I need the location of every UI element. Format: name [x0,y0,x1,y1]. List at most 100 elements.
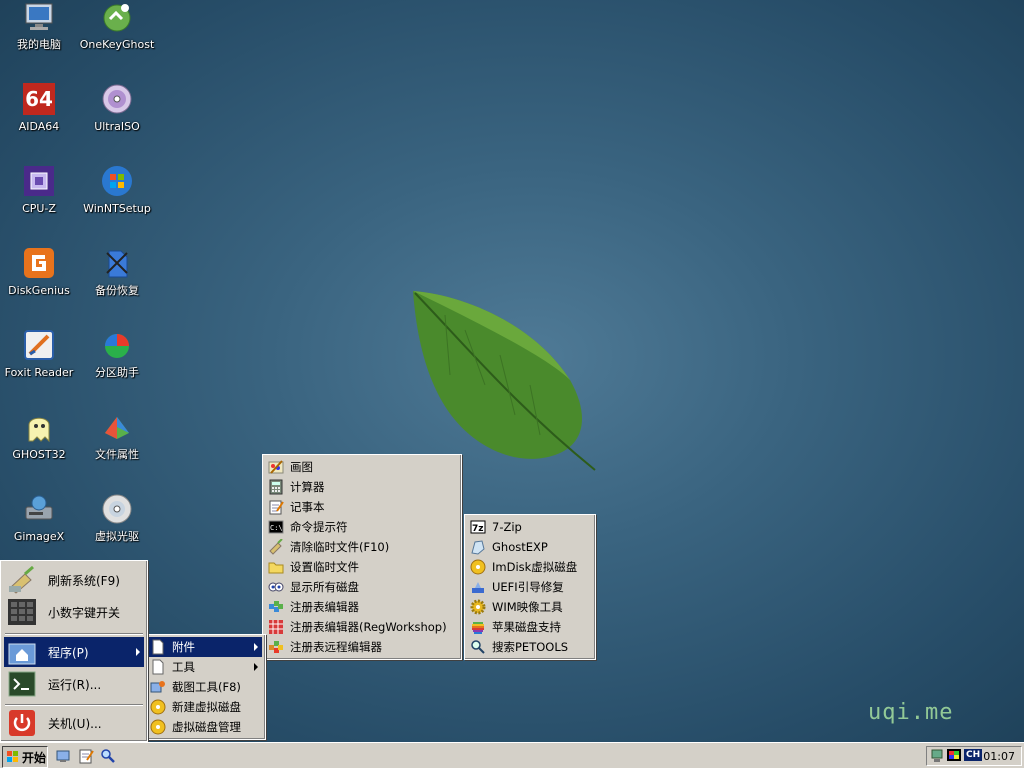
desktop-icon-label: GimageX [13,530,65,543]
desktop-icon-label: 虚拟光驱 [95,530,139,543]
desktop-icon-partition-assistant[interactable]: 分区助手 [78,328,156,406]
tray-language-indicator[interactable]: CH [964,749,983,761]
svg-text:C:\: C:\ [270,524,283,532]
menu-item-wim-image-tool[interactable]: WIM映像工具 [468,597,592,617]
desktop-icon-cpuz[interactable]: CPU-Z [0,164,78,242]
home-folder-icon [6,638,38,666]
menu-item-new-virtual-disk[interactable]: 新建虚拟磁盘 [148,697,262,717]
terminal-icon: C:\ [268,519,284,535]
disk-icon [150,719,166,735]
ghost-icon [22,410,56,444]
desktop-icon-label: AIDA64 [18,120,60,133]
menu-item-notepad[interactable]: 记事本 [266,497,458,517]
desktop-icon-gimagex[interactable]: GimageX [0,492,78,570]
desktop-icon-label: Foxit Reader [4,366,74,379]
menu-separator [5,633,143,635]
aida64-icon: 64 [22,82,56,116]
menu-item-imdisk[interactable]: ImDisk虚拟磁盘 [468,557,592,577]
registry-icon [268,599,284,615]
start-button[interactable]: 开始 [2,746,48,768]
windows-flag-icon [6,750,20,764]
quicklaunch-search-icon[interactable] [99,747,117,765]
start-item-numlock-toggle[interactable]: 小数字键开关 [4,597,144,627]
menu-item-registry-regworkshop[interactable]: 注册表编辑器(RegWorkshop) [266,617,458,637]
menu-item-7zip[interactable]: 7z 7-Zip [468,517,592,537]
menu-item-registry-remote-editor[interactable]: 注册表远程编辑器 [266,637,458,657]
desktop-icon-label: OneKeyGhost [79,38,155,51]
desktop-icon-my-computer[interactable]: 我的电脑 [0,0,78,78]
tray-display-icon[interactable] [946,748,962,764]
menu-separator [5,704,143,706]
disk-icon [150,699,166,715]
leaf-wallpaper [413,291,596,471]
menu-item-command-prompt[interactable]: C:\ 命令提示符 [266,517,458,537]
desktop-icon-onekeyghost[interactable]: OneKeyGhost [78,0,156,78]
quicklaunch-notepad-icon[interactable] [77,747,95,765]
start-item-shutdown[interactable]: 关机(U)... [4,708,144,738]
cd-disc-icon [100,492,134,526]
paint-icon [268,459,284,475]
quicklaunch-network-icon[interactable] [54,747,72,765]
menu-item-uefi-repair[interactable]: UEFI引导修复 [468,577,592,597]
desktop-icon-label: UltraISO [94,120,140,133]
tray-network-icon[interactable] [930,748,944,764]
onekeyghost-icon [100,0,134,34]
desktop-icon-label: GHOST32 [12,448,66,461]
gear-icon [470,599,486,615]
menu-item-virtual-disk-manager[interactable]: 虚拟磁盘管理 [148,717,262,737]
scissors-icon [150,679,166,695]
desktop-icon-ultraiso[interactable]: UltraISO [78,82,156,160]
broom-icon [268,539,284,555]
desktop-icon-virtual-drive[interactable]: 虚拟光驱 [78,492,156,570]
document-icon [150,659,166,675]
eye-icon [268,579,284,595]
foxit-reader-icon [22,328,56,362]
start-item-programs[interactable]: 程序(P) [4,637,144,667]
menu-item-clear-temp-files[interactable]: 清除临时文件(F10) [266,537,458,557]
pie-chart-icon [100,328,134,362]
desktop-icon-foxit-reader[interactable]: Foxit Reader [0,328,78,406]
start-item-run[interactable]: 运行(R)... [4,669,144,699]
start-menu: 刷新系统(F9) 小数字键开关 程序(P) 运行(R)... 关机(U)... [0,560,148,742]
desktop-icon-aida64[interactable]: 64 AIDA64 [0,82,78,160]
menu-item-set-temp-files[interactable]: 设置临时文件 [266,557,458,577]
registry-grid-icon [268,619,284,635]
accessories-menu: 画图 计算器 记事本 C:\ 命令提示符 清除临时文件(F10) 设置临时文件 显… [262,454,462,660]
document-icon [150,639,166,655]
submenu-arrow-icon [254,663,258,671]
menu-item-search-petools[interactable]: 搜索PETOOLS [468,637,592,657]
system-tray: CH 01:07 [926,746,1022,766]
desktop-icon-label: 文件属性 [95,448,139,461]
start-item-refresh-system[interactable]: 刷新系统(F9) [4,565,144,595]
menu-item-registry-editor[interactable]: 注册表编辑器 [266,597,458,617]
menu-item-tools[interactable]: 工具 [148,657,262,677]
registry-remote-icon [268,639,284,655]
diskgenius-icon [22,246,56,280]
backup-restore-icon [100,246,134,280]
menu-item-calculator[interactable]: 计算器 [266,477,458,497]
desktop-icon-diskgenius[interactable]: DiskGenius [0,246,78,324]
seven-zip-icon: 7z [470,519,486,535]
tray-clock[interactable]: 01:07 [983,750,1015,763]
menu-item-ghostexp[interactable]: GhostEXP [468,537,592,557]
windows-logo-icon [100,164,134,198]
menu-item-screenshot-tool[interactable]: 截图工具(F8) [148,677,262,697]
menu-item-show-all-disks[interactable]: 显示所有磁盘 [266,577,458,597]
submenu-arrow-icon [254,643,258,651]
search-icon [470,639,486,655]
gimagex-icon [22,492,56,526]
desktop-icon-backup-restore[interactable]: 备份恢复 [78,246,156,324]
desktop-icon-file-properties[interactable]: 文件属性 [78,410,156,488]
brand-watermark: uqi.me [868,700,954,725]
menu-item-apple-disk-support[interactable]: 苹果磁盘支持 [468,617,592,637]
computer-icon [22,0,56,34]
cd-disc-icon [100,82,134,116]
menu-item-accessories[interactable]: 附件 [148,637,262,657]
desktop-icon-label: 分区助手 [95,366,139,379]
desktop-icon-winntsetup[interactable]: WinNTSetup [78,164,156,242]
ghostexp-icon [470,539,486,555]
submenu-arrow-icon [136,648,140,656]
menu-item-paint[interactable]: 画图 [266,457,458,477]
cpu-chip-icon [22,164,56,198]
desktop-icon-ghost32[interactable]: GHOST32 [0,410,78,488]
